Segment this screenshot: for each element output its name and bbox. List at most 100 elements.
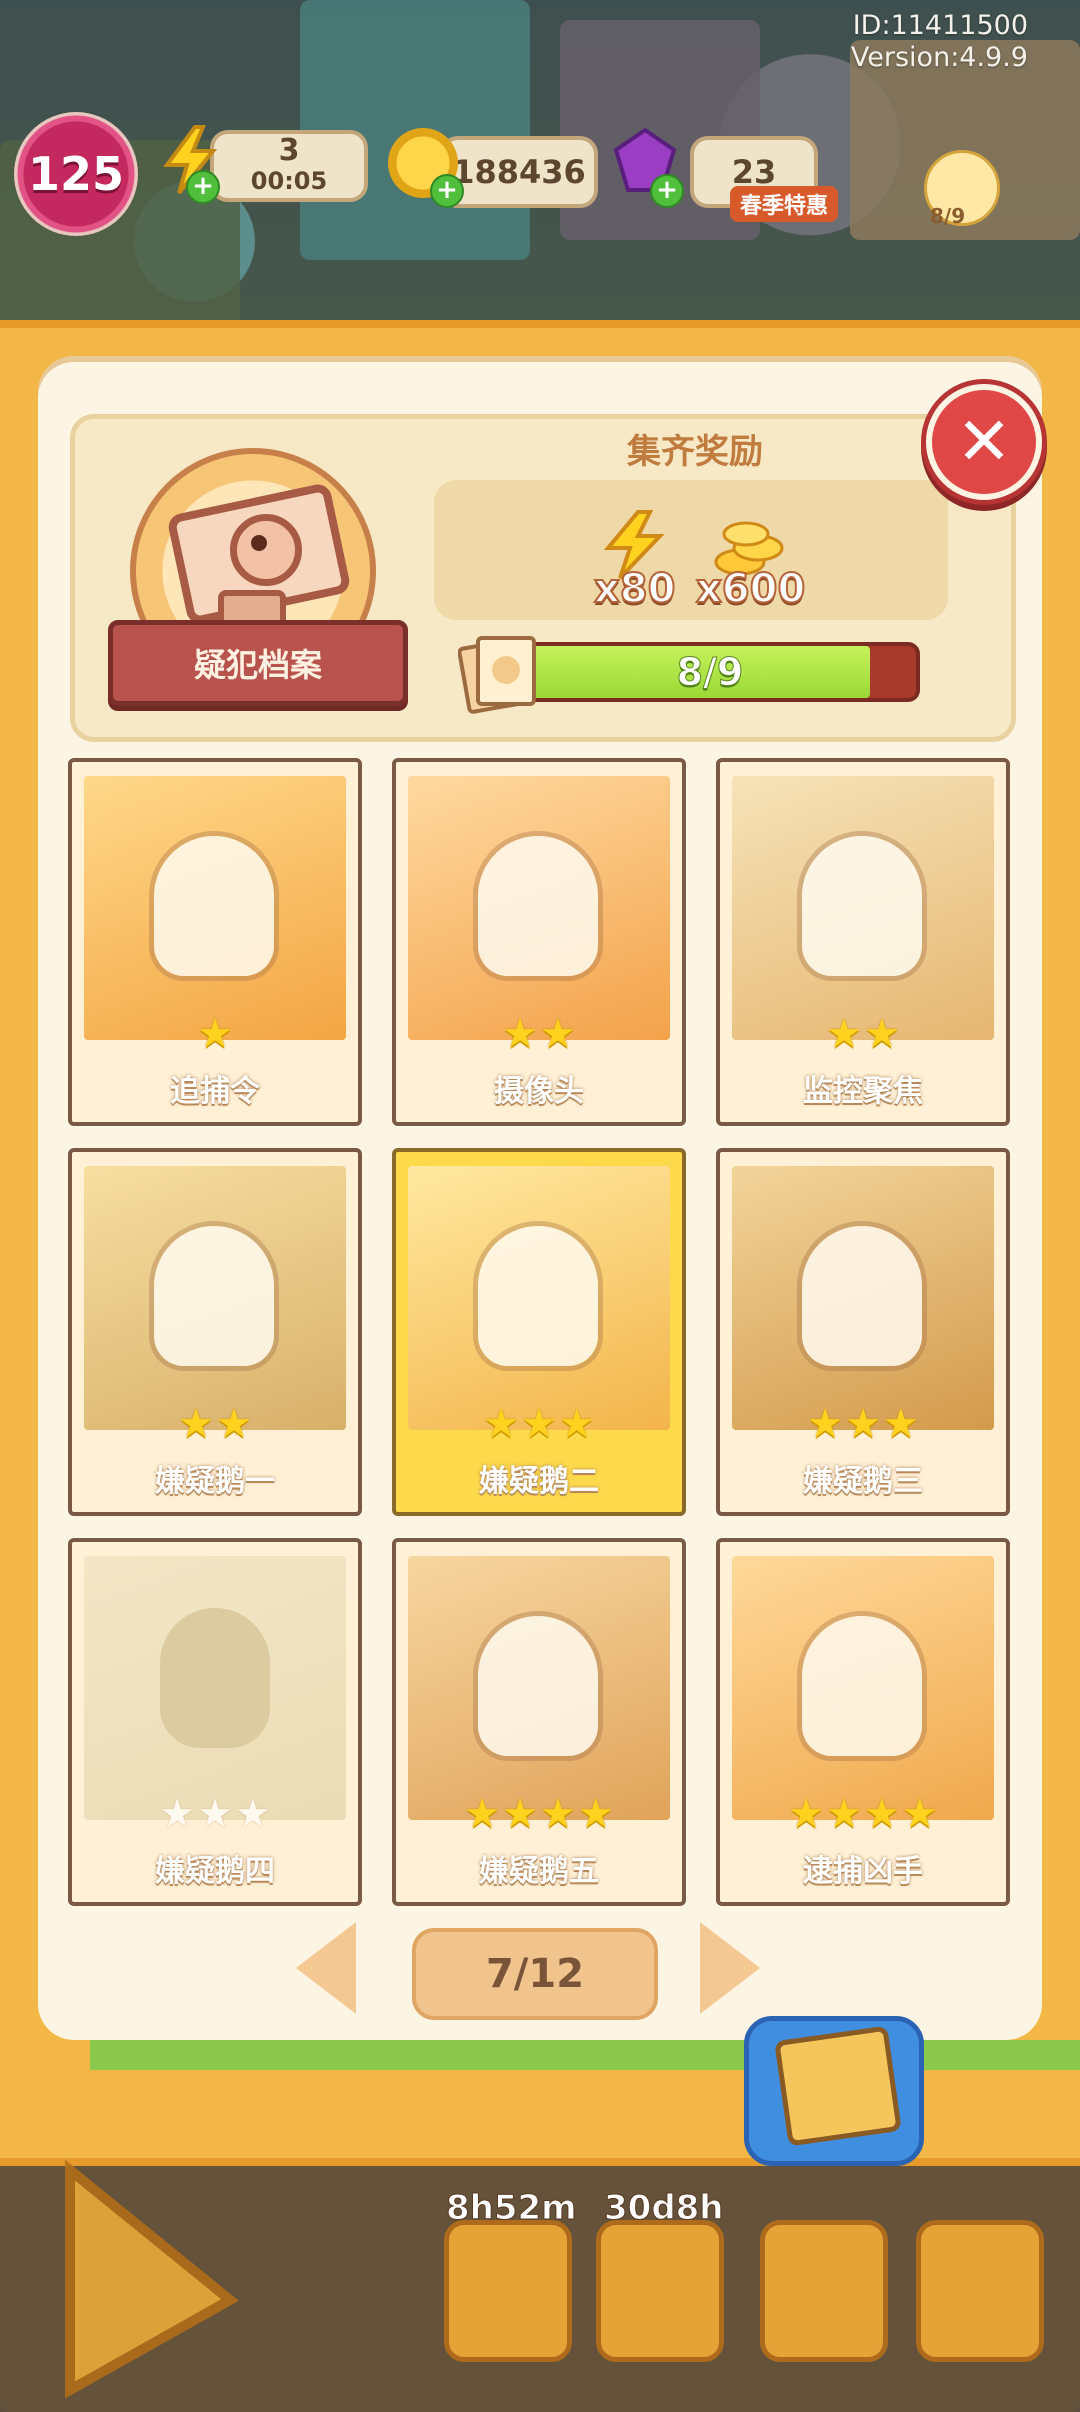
reward-box <box>434 480 948 620</box>
collection-card[interactable]: ★ ★ 监控聚焦 <box>716 758 1010 1126</box>
prev-page-arrow-icon[interactable] <box>296 1922 356 2014</box>
star-icon: ★ <box>558 1401 595 1447</box>
camera-lens-icon <box>230 514 302 586</box>
card-art <box>408 1556 670 1820</box>
star-icon: ★ <box>502 1791 538 1837</box>
collection-title: 疑犯档案 <box>193 646 322 684</box>
star-icon: ★ <box>197 1011 233 1057</box>
card-stars: ★ <box>72 1014 358 1054</box>
close-button[interactable]: ✕ <box>926 384 1042 500</box>
card-character-icon <box>478 1226 598 1366</box>
card-stars: ★ ★ <box>72 1404 358 1444</box>
collection-card[interactable]: ★ ★ 嫌疑鹅一 <box>68 1148 362 1516</box>
book-spine-stripe <box>90 2040 1080 2070</box>
card-name: 摄像头 <box>494 1074 584 1109</box>
big-energy-bolt-icon[interactable] <box>30 2150 260 2400</box>
card-name: 监控聚焦 <box>803 1074 923 1109</box>
star-icon: ★ <box>901 1791 938 1837</box>
coin-counter[interactable]: 188436 <box>440 136 598 208</box>
card-name: 嫌疑鹅五 <box>479 1854 599 1889</box>
album-envelope-icon <box>774 2025 902 2147</box>
card-art <box>732 1556 994 1820</box>
page-indicator-label: 7/12 <box>485 1951 585 1997</box>
album-button[interactable] <box>744 2016 924 2166</box>
energy-timer: 00:05 <box>250 167 328 195</box>
energy-counter[interactable]: 3 00:05 <box>210 130 368 202</box>
card-art <box>84 1166 346 1430</box>
help-tile[interactable] <box>760 2220 888 2362</box>
level-badge[interactable]: 125 <box>14 112 138 236</box>
reward-amount-coins: x600 <box>695 565 806 613</box>
event-label[interactable]: 春季特惠 <box>730 186 839 222</box>
collection-card[interactable]: ★ 追捕令 <box>68 758 362 1126</box>
photo-card-icon <box>457 630 544 716</box>
card-art <box>84 776 346 1040</box>
collection-card[interactable]: ★ ★ ★ ★ 逮捕凶手 <box>716 1538 1010 1906</box>
goose-silhouette-icon <box>160 1608 270 1748</box>
collection-card[interactable]: ★ ★ ★ ★ 嫌疑鹅五 <box>392 1538 686 1906</box>
card-character-icon <box>802 836 922 976</box>
next-page-arrow-icon[interactable] <box>700 1922 760 2014</box>
star-icon: ★ <box>807 1401 844 1447</box>
card-art <box>408 776 670 1040</box>
collection-card[interactable]: ★ ★ ★ 嫌疑鹅四 <box>68 1538 362 1906</box>
star-icon: ★ <box>864 1011 900 1057</box>
card-character-icon <box>154 1226 274 1366</box>
card-stars: ★ ★ ★ <box>396 1404 682 1444</box>
star-icon: ★ <box>540 1011 576 1057</box>
card-stars: ★ ★ ★ <box>720 1404 1006 1444</box>
card-stars: ★ ★ ★ <box>72 1794 358 1834</box>
card-character-icon <box>802 1616 922 1756</box>
version-text: Version:4.9.9 <box>850 42 1028 73</box>
card-name: 嫌疑鹅三 <box>803 1464 923 1499</box>
card-stars: ★ ★ <box>396 1014 682 1054</box>
timer-right: 30d8h <box>604 2188 725 2229</box>
card-name: 嫌疑鹅四 <box>155 1854 275 1889</box>
star-icon: ★ <box>788 1791 825 1837</box>
star-icon: ★ <box>483 1401 520 1447</box>
card-art <box>732 1166 994 1430</box>
collection-card[interactable]: ★ ★ ★ 嫌疑鹅二 <box>392 1148 686 1516</box>
card-character-icon <box>478 1616 598 1756</box>
card-name: 嫌疑鹅一 <box>155 1464 275 1499</box>
energy-value: 3 <box>278 133 300 168</box>
star-icon: ★ <box>159 1791 196 1837</box>
gem-plus-button[interactable]: + <box>650 174 684 208</box>
star-icon: ★ <box>234 1791 271 1837</box>
card-character-icon <box>478 836 598 976</box>
user-id-text: ID:11411500 <box>852 10 1028 41</box>
collection-card[interactable]: ★ ★ ★ 嫌疑鹅三 <box>716 1148 1010 1516</box>
shop-tile[interactable] <box>444 2220 572 2362</box>
energy-plus-button[interactable]: + <box>186 170 220 204</box>
reward-title: 集齐奖励 <box>627 432 763 472</box>
card-stars: ★ ★ ★ ★ <box>396 1794 682 1834</box>
star-icon: ★ <box>197 1791 233 1837</box>
star-icon: ★ <box>540 1791 576 1837</box>
star-icon: ★ <box>826 1011 862 1057</box>
card-stars: ★ ★ ★ ★ <box>720 1794 1006 1834</box>
level-number: 125 <box>27 147 125 201</box>
card-character-icon <box>802 1226 922 1366</box>
star-icon: ★ <box>464 1791 501 1837</box>
star-icon: ★ <box>845 1401 881 1447</box>
friends-tile[interactable] <box>916 2220 1044 2362</box>
gift-event-count: 8/9 <box>930 204 966 228</box>
reward-amount-energy: x80 <box>593 565 676 613</box>
coin-plus-button[interactable]: + <box>430 174 464 208</box>
star-icon: ★ <box>521 1401 557 1447</box>
page-indicator: 7/12 <box>412 1928 658 2020</box>
cards-tile[interactable] <box>596 2220 724 2362</box>
star-icon: ★ <box>577 1791 614 1837</box>
card-character-icon <box>154 836 274 976</box>
coin-value: 188436 <box>452 153 586 191</box>
card-stars: ★ ★ <box>720 1014 1006 1054</box>
timer-left: 8h52m <box>446 2188 578 2229</box>
collection-title-ribbon: 疑犯档案 <box>108 620 408 706</box>
card-name: 嫌疑鹅二 <box>479 1464 599 1499</box>
star-icon: ★ <box>178 1401 214 1447</box>
card-art <box>732 776 994 1040</box>
collection-card[interactable]: ★ ★ 摄像头 <box>392 758 686 1126</box>
card-art <box>408 1166 670 1430</box>
collection-progress-bar: 8/9 <box>500 642 920 702</box>
progress-text: 8/9 <box>676 650 744 695</box>
